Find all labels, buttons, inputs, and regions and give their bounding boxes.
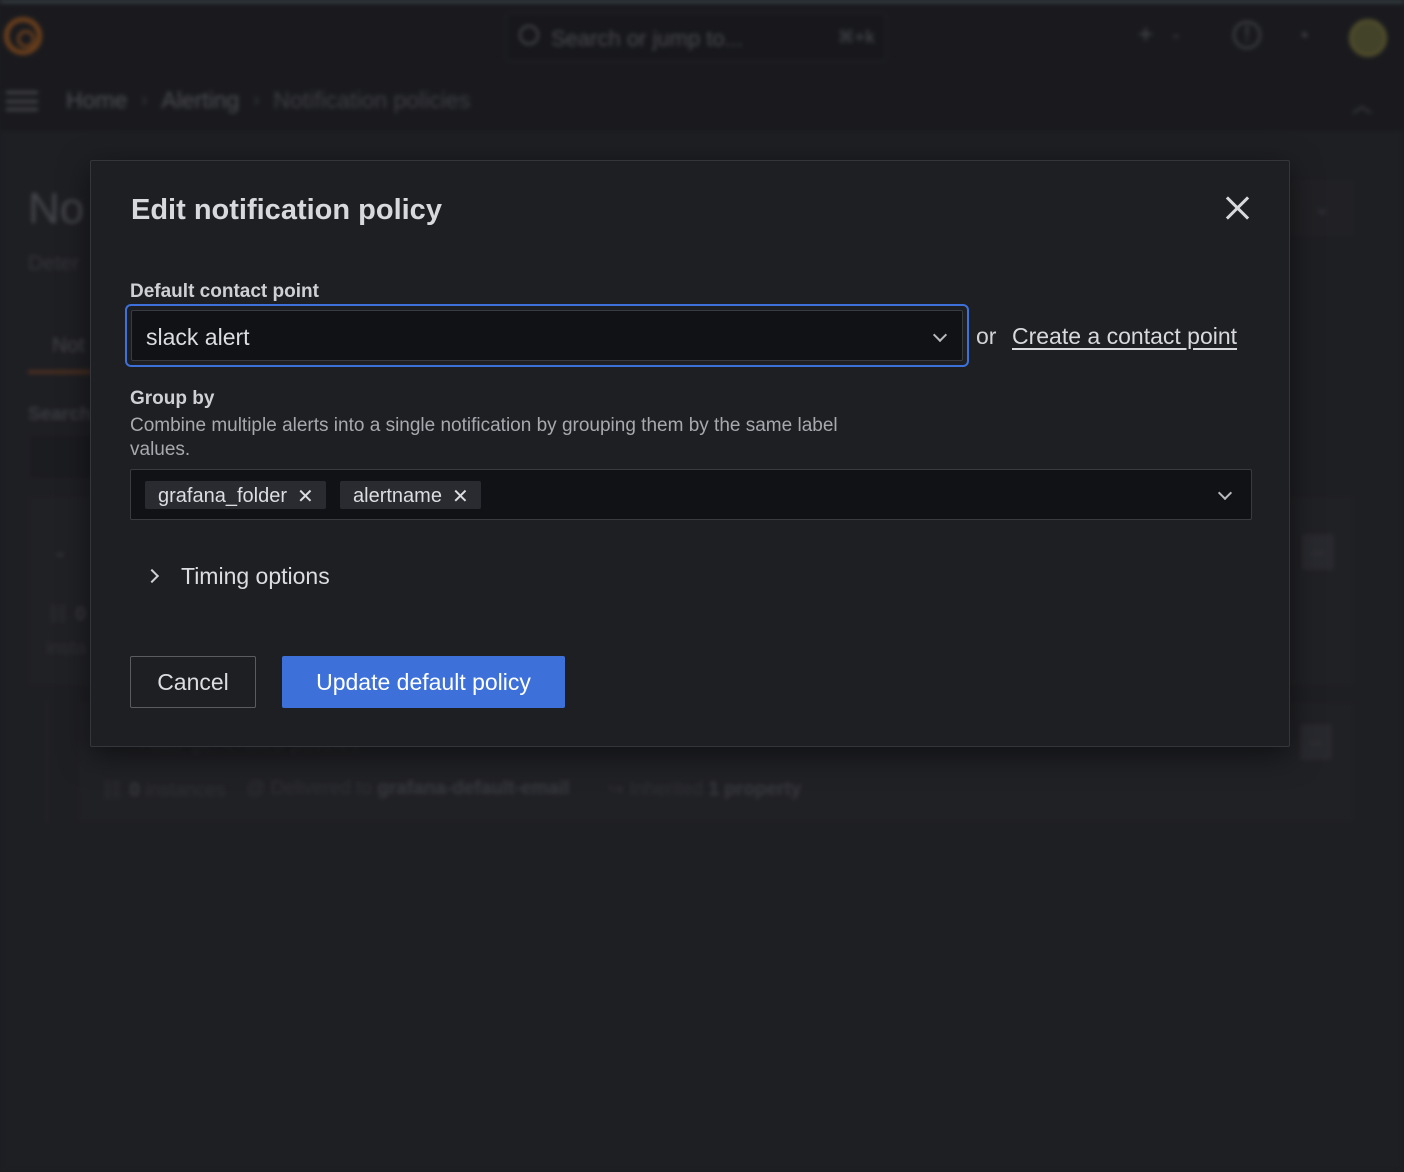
chip-grafana-folder: grafana_folder ✕ <box>145 481 326 509</box>
chip-label: alertname <box>353 484 442 507</box>
chip-label: grafana_folder <box>158 484 287 507</box>
timing-options-label: Timing options <box>181 562 330 589</box>
edit-notification-policy-modal: Edit notification policy Default contact… <box>90 160 1290 747</box>
contact-point-value: slack alert <box>146 324 250 350</box>
cancel-button[interactable]: Cancel <box>130 656 256 708</box>
remove-chip-icon[interactable]: ✕ <box>452 484 469 509</box>
remove-chip-icon[interactable]: ✕ <box>297 484 314 509</box>
group-by-description: Combine multiple alerts into a single no… <box>130 415 838 460</box>
timing-options-toggle[interactable]: Timing options <box>144 561 330 591</box>
group-by-multiselect[interactable]: grafana_folder ✕ alertname ✕ <box>130 469 1252 520</box>
update-default-policy-button[interactable]: Update default policy <box>282 656 565 708</box>
contact-point-select[interactable]: slack alert <box>125 304 969 367</box>
chevron-down-icon[interactable] <box>932 327 948 343</box>
contact-point-select-box[interactable]: slack alert <box>131 310 963 361</box>
group-by-label: Group by <box>130 388 215 409</box>
contact-point-label: Default contact point <box>130 281 319 302</box>
or-text: or <box>976 323 997 349</box>
create-contact-point-link[interactable]: Create a contact point <box>1012 323 1237 350</box>
chevron-right-icon <box>144 568 160 584</box>
chip-alertname: alertname ✕ <box>340 481 481 509</box>
chevron-down-icon[interactable] <box>1217 485 1233 501</box>
close-icon[interactable] <box>1225 195 1251 221</box>
modal-title: Edit notification policy <box>131 194 442 226</box>
